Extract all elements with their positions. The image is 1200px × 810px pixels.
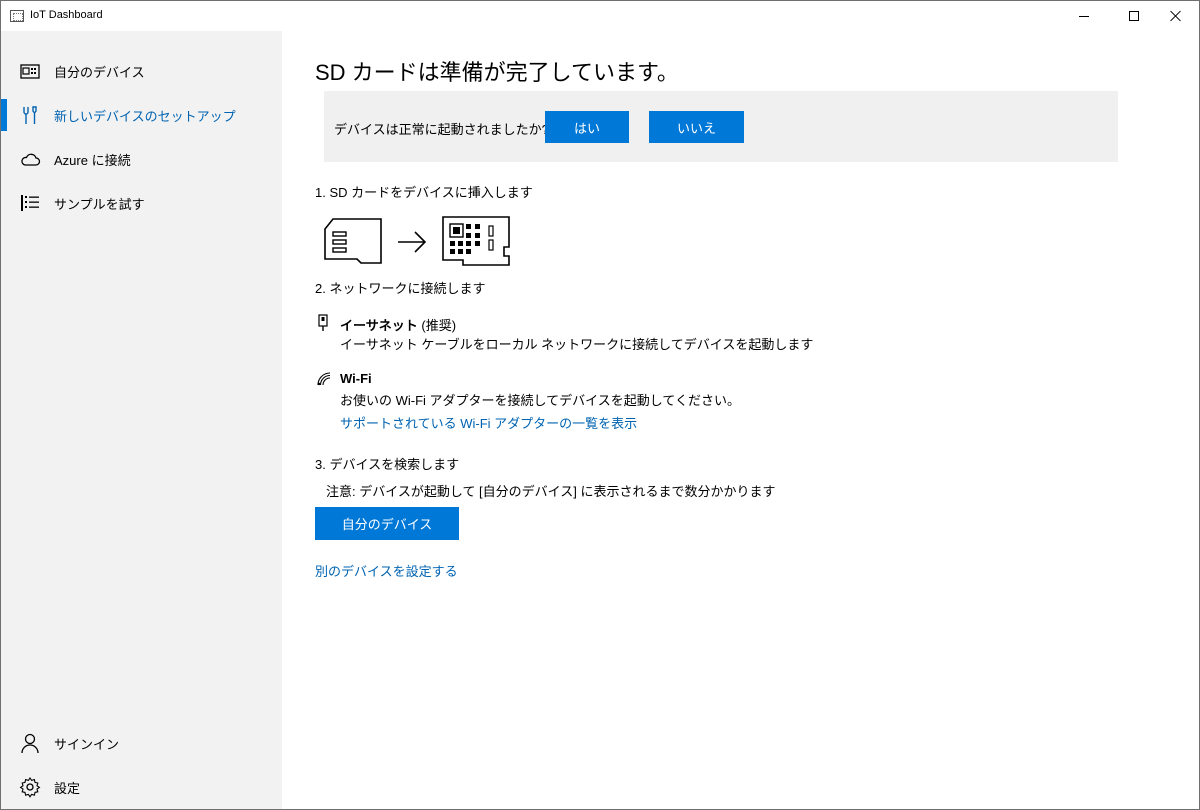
sidebar-item-my-devices[interactable]: 自分のデバイス xyxy=(1,49,282,93)
sidebar-item-samples[interactable]: サンプルを試す xyxy=(1,181,282,225)
sidebar-item-azure[interactable]: Azure に接続 xyxy=(1,137,282,181)
step-3-heading: 3. デバイスを検索します xyxy=(315,457,460,472)
page-title: SD カードは準備が完了しています。 xyxy=(315,60,679,85)
wifi-icon xyxy=(317,372,331,386)
my-devices-button[interactable]: 自分のデバイス xyxy=(315,507,459,540)
maximize-icon xyxy=(1129,11,1139,21)
sidebar-item-label: サインイン xyxy=(54,736,120,752)
sd-card-icon xyxy=(324,218,382,264)
ethernet-icon xyxy=(318,314,328,331)
boot-question-text: デバイスは正常に起動されましたか? xyxy=(334,122,549,137)
ethernet-title: イーサネット xyxy=(340,318,418,333)
sidebar-item-settings[interactable]: 設定 xyxy=(1,765,282,809)
minimize-button[interactable] xyxy=(1061,1,1107,31)
maximize-button[interactable] xyxy=(1111,1,1157,31)
wifi-adapter-list-link[interactable]: サポートされている Wi-Fi アダプターの一覧を表示 xyxy=(340,413,637,432)
ethernet-option-title: イーサネット (推奨) xyxy=(340,315,456,334)
boot-question-panel: デバイスは正常に起動されましたか? はい いいえ xyxy=(324,91,1118,162)
window-title: IoT Dashboard xyxy=(30,9,103,21)
startup-note: 注意: デバイスが起動して [自分のデバイス] に表示されるまで数分かかります xyxy=(326,484,776,499)
minimize-icon xyxy=(1079,15,1089,17)
title-bar: IoT Dashboard xyxy=(1,1,1199,31)
close-button[interactable] xyxy=(1153,1,1199,31)
app-icon xyxy=(10,10,24,22)
sd-card-to-device-illustration xyxy=(324,216,510,266)
ethernet-recommended: (推奨) xyxy=(421,318,457,333)
cloud-icon xyxy=(21,153,41,166)
sidebar-item-label: Azure に接続 xyxy=(54,152,131,168)
device-icon xyxy=(20,64,40,79)
app-window: IoT Dashboard 自分のデバイス 新しいデバイスのセットアップ Azu… xyxy=(0,0,1200,810)
yes-button[interactable]: はい xyxy=(545,111,629,143)
step-2-heading: 2. ネットワークに接続します xyxy=(315,281,486,296)
no-button[interactable]: いいえ xyxy=(649,111,744,143)
sidebar-item-label: サンプルを試す xyxy=(54,196,145,212)
device-board-icon xyxy=(442,216,510,266)
setup-another-device-link[interactable]: 別のデバイスを設定する xyxy=(315,561,458,580)
sidebar-item-label: 新しいデバイスのセットアップ xyxy=(54,108,236,124)
wifi-description: お使いの Wi-Fi アダプターを接続してデバイスを起動してください。 xyxy=(340,393,740,408)
tools-icon xyxy=(23,106,37,124)
list-icon xyxy=(21,195,39,211)
sidebar-item-signin[interactable]: サインイン xyxy=(1,721,282,765)
sidebar-item-label: 自分のデバイス xyxy=(54,64,145,80)
main-content: SD カードは準備が完了しています。 デバイスは正常に起動されましたか? はい … xyxy=(282,31,1199,809)
arrow-right-icon xyxy=(398,231,427,253)
close-icon xyxy=(1170,10,1182,22)
sidebar: 自分のデバイス 新しいデバイスのセットアップ Azure に接続 サンプルを試す xyxy=(1,31,282,809)
sidebar-item-label: 設定 xyxy=(54,780,81,796)
step-1-heading: 1. SD カードをデバイスに挿入します xyxy=(315,185,533,200)
gear-icon xyxy=(19,777,41,798)
wifi-title: Wi-Fi xyxy=(340,371,372,386)
ethernet-description: イーサネット ケーブルをローカル ネットワークに接続してデバイスを起動します xyxy=(340,337,814,352)
sidebar-item-setup[interactable]: 新しいデバイスのセットアップ xyxy=(1,93,282,137)
person-icon xyxy=(21,733,39,754)
